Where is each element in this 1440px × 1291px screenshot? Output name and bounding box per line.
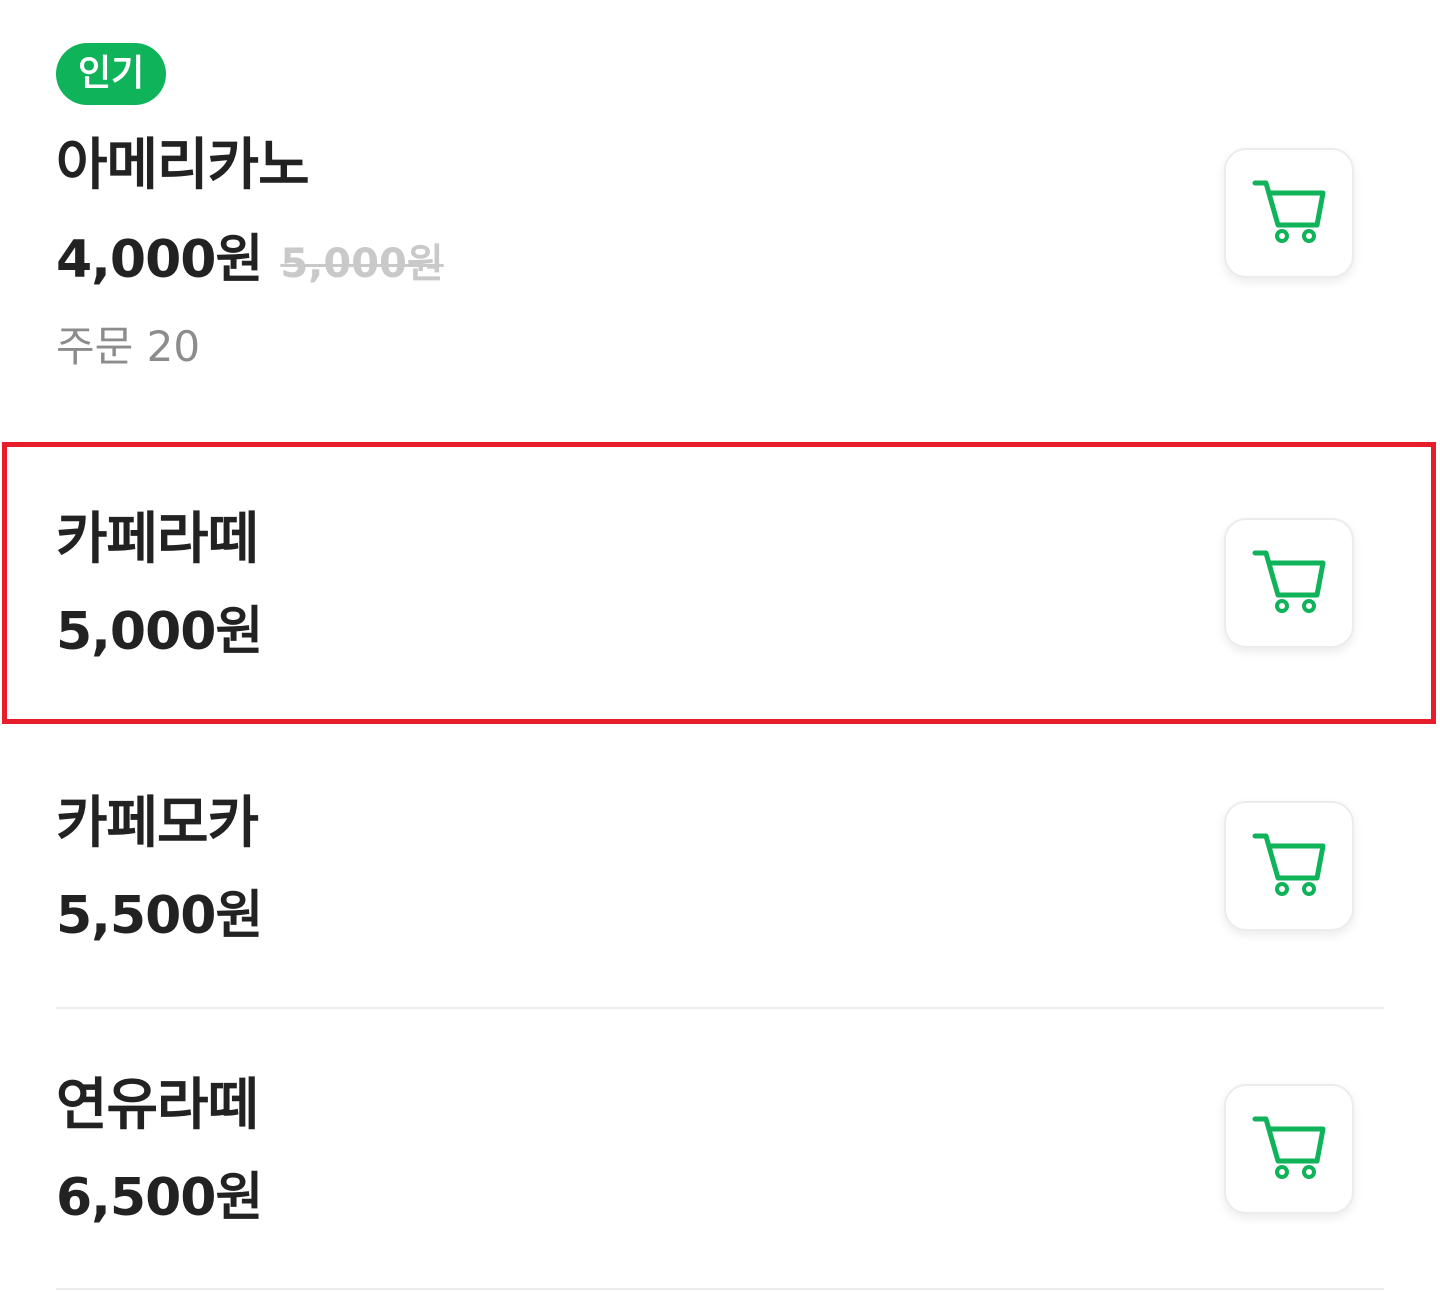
item-price: 4,000원 <box>56 230 263 290</box>
item-price: 6,500원 <box>56 1168 263 1228</box>
add-to-cart-button[interactable] <box>1224 801 1354 931</box>
menu-item-americano[interactable]: 인기 아메리카노 4,000원 5,000원 주문 20 <box>0 0 1440 420</box>
price-row: 5,000원 <box>56 606 263 658</box>
item-name: 카페라떼 <box>56 507 259 572</box>
cart-icon <box>1252 550 1326 613</box>
add-to-cart-button[interactable] <box>1224 148 1354 278</box>
cart-icon <box>1252 1116 1326 1179</box>
item-name: 카페모카 <box>56 791 259 856</box>
divider <box>56 1007 1384 1009</box>
order-count: 주문 20 <box>56 322 201 371</box>
menu-item-cafe-latte[interactable]: 카페라떼 5,000원 <box>0 442 1440 724</box>
price-row: 5,500원 <box>56 890 263 942</box>
price-row: 6,500원 <box>56 1172 263 1224</box>
item-name: 아메리카노 <box>56 133 310 198</box>
original-price: 5,000원 <box>280 241 444 287</box>
add-to-cart-button[interactable] <box>1224 1084 1354 1214</box>
cart-icon <box>1252 180 1326 243</box>
price-row: 4,000원 5,000원 <box>56 234 444 286</box>
menu-item-condensed-milk-latte[interactable]: 연유라떼 6,500원 <box>0 1010 1440 1289</box>
divider <box>56 1288 1384 1290</box>
cart-icon <box>1252 833 1326 896</box>
item-name: 연유라떼 <box>56 1073 259 1138</box>
popular-badge: 인기 <box>56 43 167 105</box>
item-price: 5,000원 <box>56 602 263 662</box>
item-price: 5,500원 <box>56 886 263 946</box>
add-to-cart-button[interactable] <box>1224 518 1354 648</box>
menu-item-cafe-mocha[interactable]: 카페모카 5,500원 <box>0 730 1440 1008</box>
